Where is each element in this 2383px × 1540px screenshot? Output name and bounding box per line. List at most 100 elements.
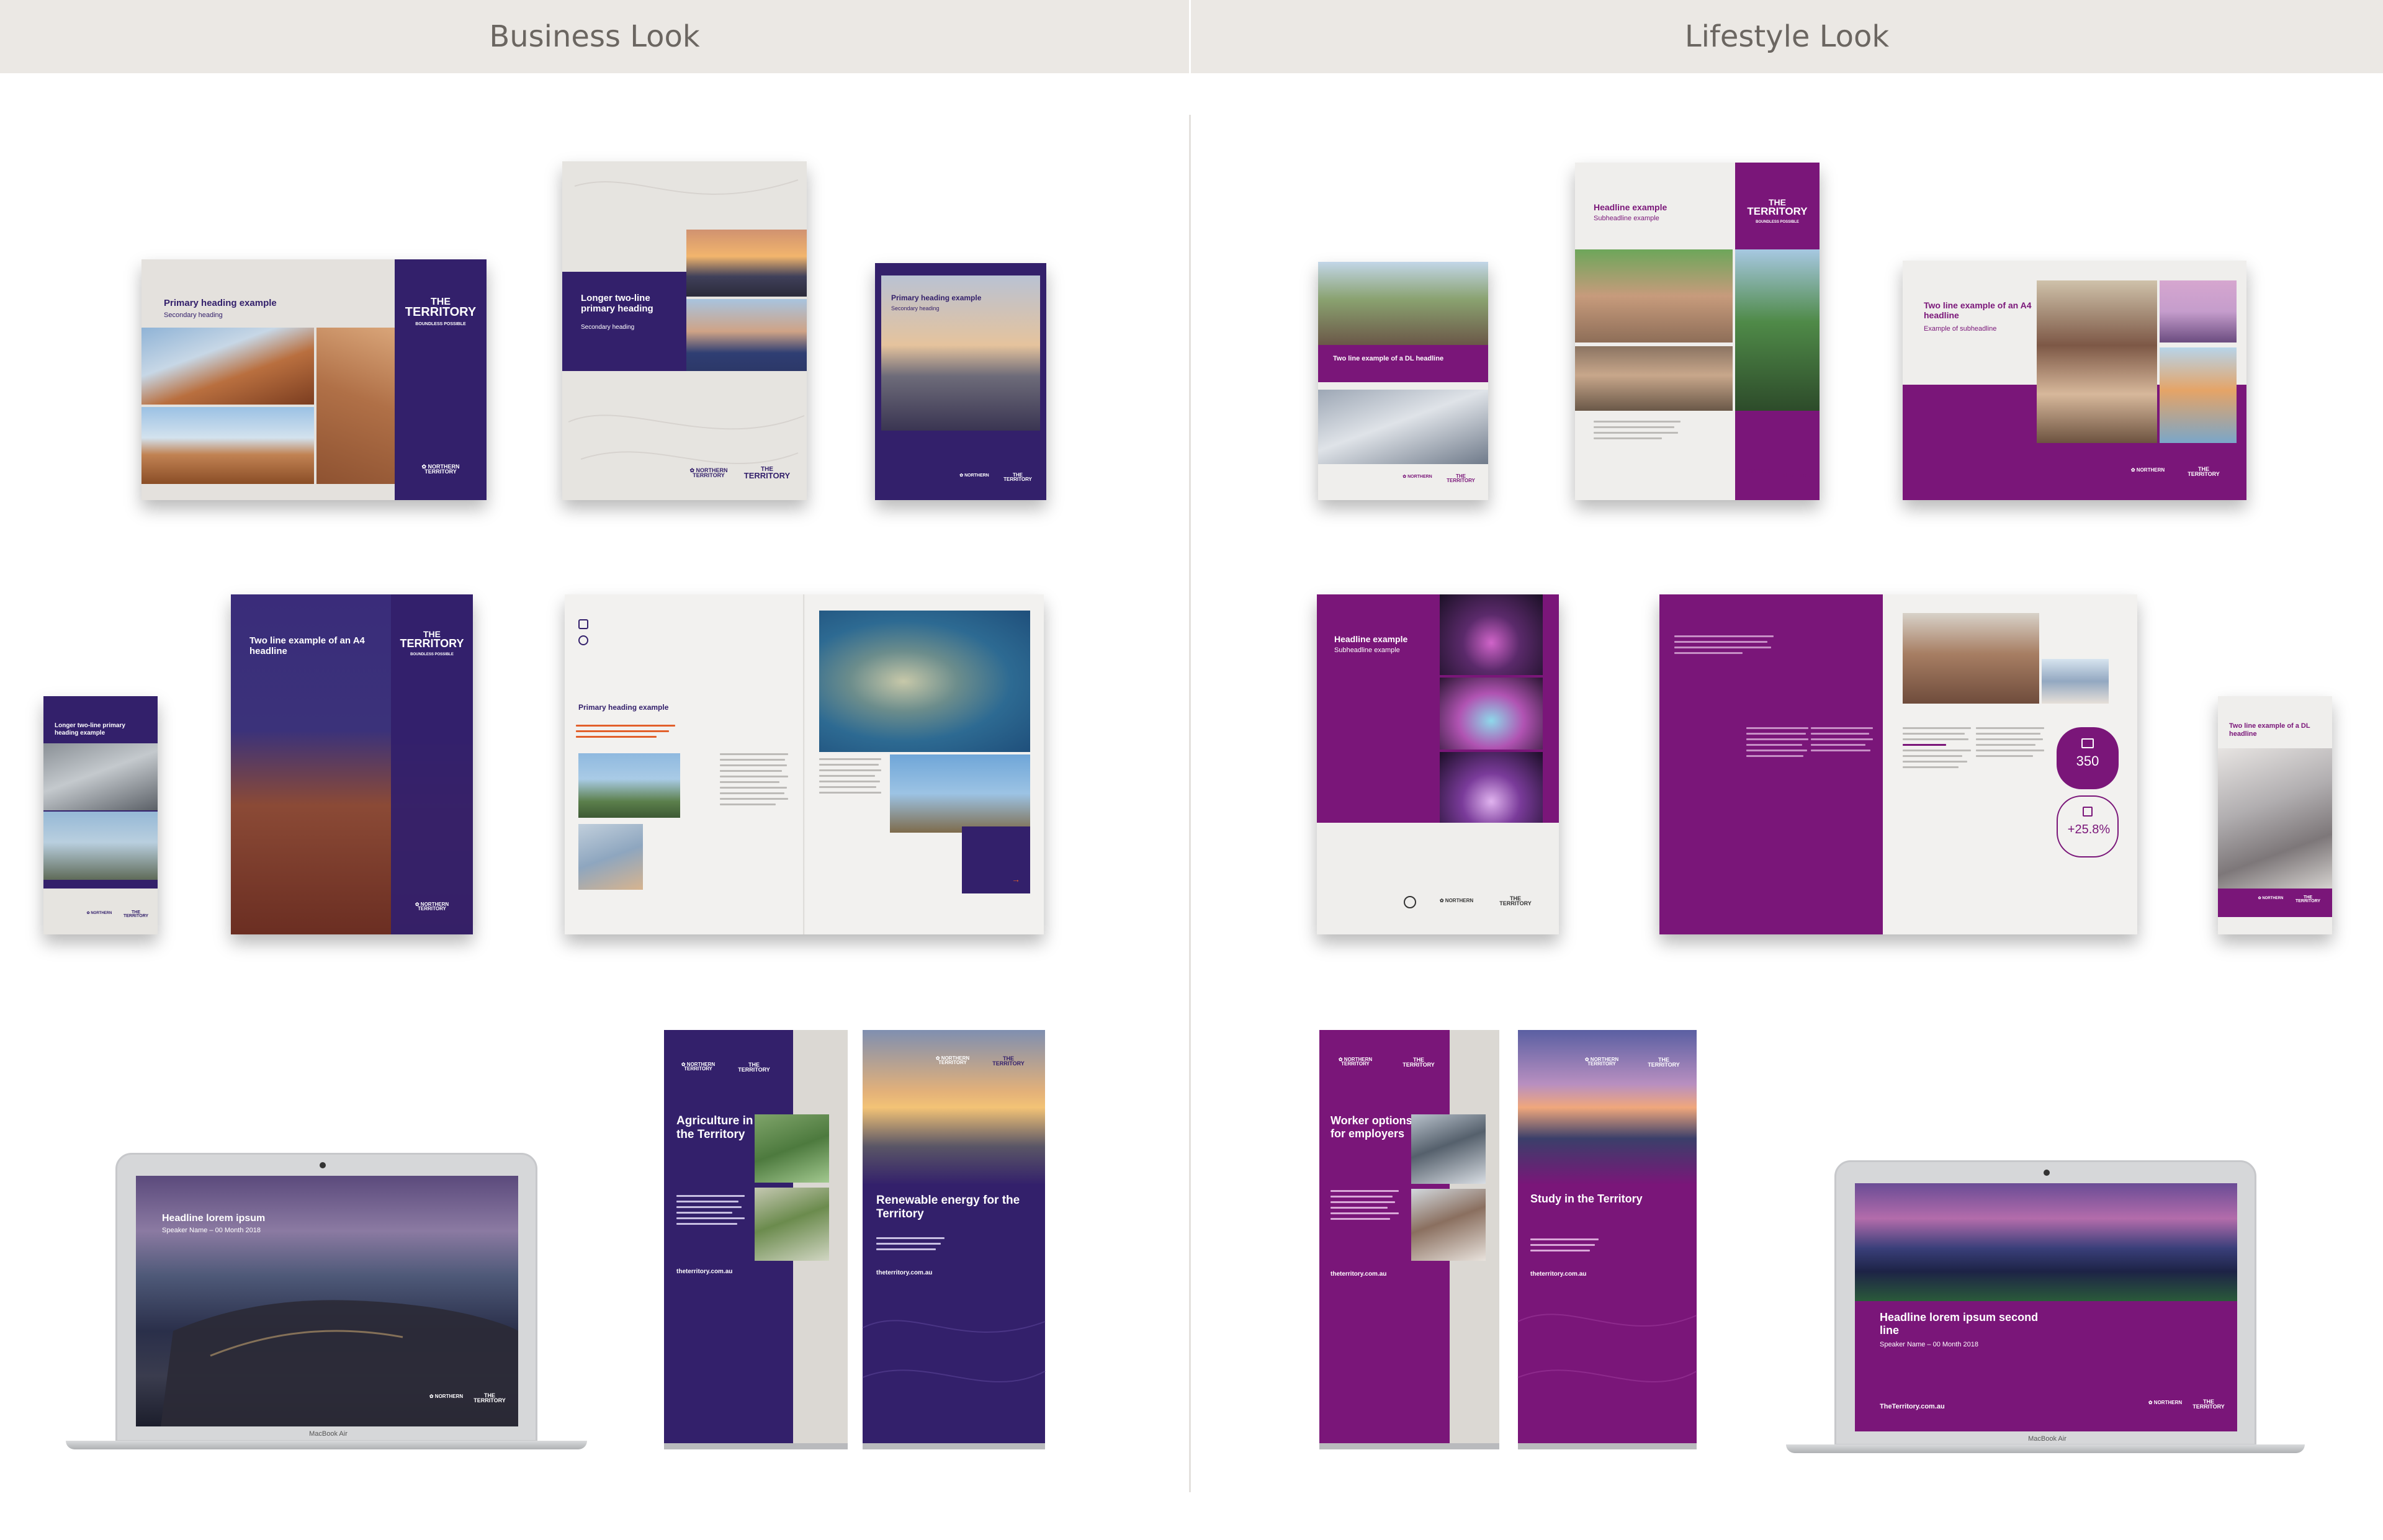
business-landscape-report: Primary heading example Secondary headin… xyxy=(141,259,487,500)
business-open-spread: Primary heading example → xyxy=(565,594,1044,934)
spread-right-text xyxy=(1903,727,1971,772)
convention-centre-photo xyxy=(1855,1183,2237,1301)
dl-brochure-footer: ✿ NORTHERN THE TERRITORY xyxy=(2218,889,2332,917)
banner-agriculture: ✿ NORTHERN TERRITORY THE TERRITORY Agricul… xyxy=(664,1030,848,1444)
lifestyle-dl-title: Two line example of a DL headline xyxy=(1333,355,1444,362)
banner-agriculture-title: Agriculture in the Territory xyxy=(676,1114,753,1141)
seal-icon xyxy=(1404,896,1416,908)
students-photo xyxy=(2042,659,2109,704)
business-laptop-subtitle: Speaker Name – 00 Month 2018 xyxy=(162,1227,261,1234)
nt-logo: ✿ NORTHERN xyxy=(2130,467,2165,473)
spread-left-purple xyxy=(1659,594,1883,934)
lifestyle-look-header: Lifestyle Look xyxy=(1191,0,2383,73)
lifestyle-look-title: Lifestyle Look xyxy=(1684,19,1890,54)
agriculture-photo-1 xyxy=(755,1114,829,1183)
lifestyle-square-title: Headline example xyxy=(1334,634,1408,644)
business-laptop-title: Headline lorem ipsum xyxy=(162,1213,266,1224)
spread-gutter xyxy=(803,594,806,934)
nt-logo: ✿ NORTHERN xyxy=(1402,475,1432,479)
portrait-report-title-block: Longer two-line primary heading Secondar… xyxy=(562,272,686,371)
small-report-subtitle: Secondary heading xyxy=(891,305,940,311)
lifestyle-laptop-base xyxy=(1786,1444,2305,1453)
landscape-report-purple-band: THE TERRITORY BOUNDLESS POSSIBLE ✿ NORTHER… xyxy=(395,259,487,500)
road-train-photo xyxy=(141,407,314,484)
spread-house-photo xyxy=(578,753,680,818)
banner-agriculture-body xyxy=(676,1195,745,1229)
territory-logo: THE TERRITORY xyxy=(738,1062,770,1073)
dl-photo-1 xyxy=(43,743,158,810)
banner-base xyxy=(1518,1443,1697,1449)
stat-2-value: +25.8% xyxy=(2067,823,2111,836)
portrait-report-subtitle: Secondary heading xyxy=(581,324,635,331)
business-laptop-screen: Headline lorem ipsum Speaker Name – 00 M… xyxy=(136,1176,518,1426)
arrow-right-icon: → xyxy=(1012,874,1020,884)
stat-badge-2: +25.8% xyxy=(2057,795,2119,857)
territory-logo: THE TERRITORY BOUNDLESS POSSIBLE xyxy=(1747,197,1808,224)
night-lights-photo-2 xyxy=(1440,678,1543,750)
territory-logo: THE TERRITORY BOUNDLESS POSSIBLE xyxy=(400,629,464,656)
contour-pattern xyxy=(862,1320,1046,1383)
business-look-title: Business Look xyxy=(489,19,700,54)
lifestyle-landscape-title: Two line example of an A4 headline xyxy=(1924,300,2032,321)
business-laptop: Headline lorem ipsum Speaker Name – 00 M… xyxy=(115,1153,537,1442)
territory-logo: THE TERRITORY xyxy=(2192,1399,2225,1410)
lifestyle-square-subtitle: Subheadline example xyxy=(1334,647,1400,654)
nt-logo: ✿ NORTHERN xyxy=(959,473,989,478)
nt-logo: ✿ NORTHERN xyxy=(86,911,112,915)
a4-cover-title: Two line example of an A4 headline xyxy=(249,635,365,657)
contour-pattern xyxy=(1517,1314,1697,1383)
banner-study: ✿ NORTHERN TERRITORY THE TERRITORY Study i… xyxy=(1517,1030,1697,1444)
spread-crane-photo xyxy=(890,754,1030,833)
lifestyle-landscape-cover: Two line example of an A4 headline Examp… xyxy=(1903,261,2246,500)
section-divider xyxy=(1189,115,1191,1492)
business-small-report: Primary heading example Secondary headin… xyxy=(875,263,1046,500)
spread-purple-callout: → xyxy=(962,826,1030,893)
agriculture-photo-2 xyxy=(755,1188,829,1261)
small-report-title: Primary heading example xyxy=(891,293,982,302)
business-look-header: Business Look xyxy=(0,0,1189,73)
worker-portrait-photo xyxy=(686,299,807,371)
spread-body-text-2 xyxy=(1811,727,1873,755)
lifestyle-laptop-screen: Headline lorem ipsum second line Speaker… xyxy=(1855,1183,2237,1431)
night-lights-photo-3 xyxy=(1440,752,1543,823)
nt-logo: ✿ NORTHERN TERRITORY xyxy=(689,467,728,479)
portrait-report-title: Longer two-line primary heading xyxy=(581,293,653,315)
lifestyle-laptop-url: TheTerritory.com.au xyxy=(1880,1403,1945,1410)
nt-logo: ✿ NORTHERN xyxy=(2258,897,2284,900)
territory-logo: THE TERRITORY xyxy=(2188,466,2220,478)
dl-cover-title-block: Two line example of a DL headline xyxy=(1318,345,1488,382)
mother-child-photo xyxy=(2037,280,2157,443)
territory-logo: THE TERRITORY xyxy=(2295,895,2321,904)
banner-worker-title: Worker options for employers xyxy=(1331,1114,1412,1140)
escalator-couple-photo xyxy=(2218,748,2332,889)
fountain-photo xyxy=(2160,280,2237,342)
business-a4-cover: Two line example of an A4 headline THE TE… xyxy=(231,594,473,934)
business-laptop-base xyxy=(66,1441,587,1449)
spread-intro-text xyxy=(1674,635,1774,658)
document-icon xyxy=(2083,807,2093,817)
market-couple-photo xyxy=(1575,249,1733,342)
nt-logo: ✿ NORTHERN TERRITORY xyxy=(1338,1057,1373,1067)
worker-photo-2 xyxy=(1411,1189,1486,1261)
palm-trees-photo xyxy=(1735,249,1820,411)
lifestyle-dl-brochure-title: Two line example of a DL headline xyxy=(2229,722,2310,738)
worker-icon xyxy=(578,635,588,645)
nt-logo: ✿ NORTHERN TERRITORY xyxy=(415,902,449,912)
lifestyle-portrait-title: Headline example xyxy=(1594,202,1667,212)
banner-worker-body xyxy=(1331,1190,1399,1224)
spread-workers-photo xyxy=(578,824,643,890)
lifestyle-portrait-cover: Headline example Subheadline example THE… xyxy=(1575,163,1820,500)
territory-logo: THE TERRITORY xyxy=(1402,1057,1435,1068)
lifestyle-square-cover: Headline example Subheadline example ✿ N… xyxy=(1317,594,1559,934)
banner-renewable: ✿ NORTHERN TERRITORY THE TERRITORY Renewab… xyxy=(862,1030,1046,1444)
business-portrait-report: Longer two-line primary heading Secondar… xyxy=(562,161,807,500)
banner-base xyxy=(863,1443,1045,1449)
spread-right-text-2 xyxy=(1976,727,2044,761)
boardwalk-photo xyxy=(1318,262,1488,345)
classroom-photo xyxy=(1903,613,2039,704)
nt-logo: ✿ NORTHERN TERRITORY xyxy=(681,1062,716,1072)
lifestyle-laptop-subtitle: Speaker Name – 00 Month 2018 xyxy=(1880,1341,1978,1348)
mining-photo xyxy=(141,328,314,405)
nt-logo: ✿ NORTHERN xyxy=(429,1394,464,1399)
hard-hat-icon xyxy=(578,619,588,629)
